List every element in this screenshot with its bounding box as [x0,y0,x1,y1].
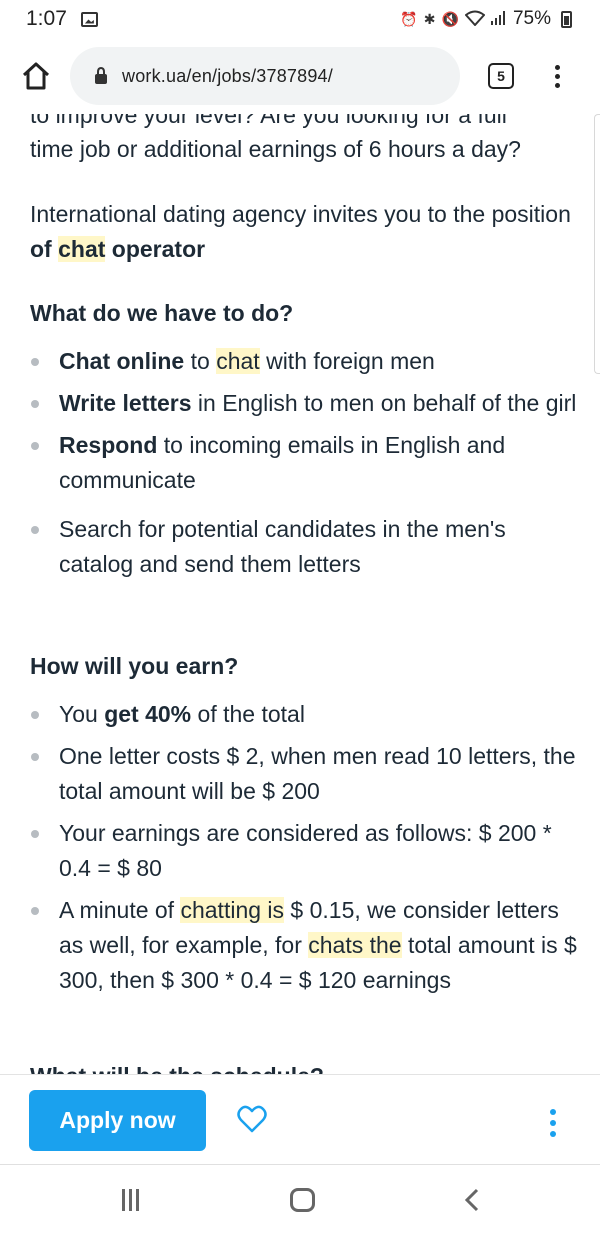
signal-icon [490,10,507,28]
address-bar[interactable]: work.ua/en/jobs/3787894/ [70,47,460,105]
position-chat-highlight: chat [58,236,106,262]
list-item-bold: Chat online [59,348,185,374]
battery-text: 75% [512,8,551,29]
list-item-highlight: chats the [308,932,402,958]
list-item-text: One letter costs $ 2, when men read 10 l… [59,743,576,804]
recent-apps-icon[interactable] [122,1189,146,1211]
dot-icon [554,73,560,79]
list-item-text: A minute of [59,897,181,923]
dot-icon [554,82,560,88]
mute-icon: 🔇 [441,10,459,27]
lock-icon [95,67,107,84]
dot-icon [550,1109,556,1115]
list-item-bold: Respond [59,432,158,458]
list-item: Respond to incoming emails in English an… [30,428,578,498]
duties-list: Chat online to chat with foreign men Wri… [30,344,578,589]
scroll-indicator[interactable] [594,114,600,374]
url-text: work.ua/en/jobs/3787894/ [122,65,333,86]
wifi-icon [464,10,486,29]
apply-now-button[interactable]: Apply now [29,1090,206,1151]
earnings-list: You get 40% of the total One letter cost… [30,697,578,1005]
list-item: You get 40% of the total [30,697,578,732]
image-icon [80,11,98,27]
list-item-text: to [184,348,217,374]
list-item-bold: Write letters [59,390,192,416]
browser-toolbar: work.ua/en/jobs/3787894/ 5 [0,38,600,114]
tab-switcher-button[interactable]: 5 [488,63,514,89]
list-item: Your earnings are considered as follows:… [30,816,578,886]
more-options-button[interactable] [550,1109,556,1137]
list-item: Chat online to chat with foreign men [30,344,578,379]
list-item-highlight: chat [216,348,260,374]
position-of: of [30,236,59,262]
battery-icon [561,10,572,28]
position-text: International dating agency invites you … [30,201,571,227]
action-bar: Apply now [0,1074,600,1164]
list-item-text: in English to men on behalf of the girl [191,390,577,416]
list-item: Write letters in English to men on behal… [30,386,578,421]
list-item-text: with foreign men [259,348,435,374]
browser-menu-button[interactable] [552,64,562,88]
bluetooth-icon: ✱ [423,10,436,27]
intro-paragraph: time job or additional earnings of 6 hou… [30,136,521,162]
list-item-text: Search for potential candidates in the m… [59,516,506,577]
section-heading-earnings: How will you earn? [30,653,239,679]
job-description: to improve your level? Are you looking f… [30,114,578,1074]
list-item: Search for potential candidates in the m… [30,512,578,582]
status-bar: 1:07 ⏰ ✱ 🔇 75% [0,0,600,38]
list-item-bold: get 40% [104,701,192,727]
system-nav-bar [0,1164,600,1233]
dot-icon [550,1120,556,1126]
home-button[interactable] [16,56,56,96]
dot-icon [554,64,560,70]
status-time: 1:07 [26,7,67,30]
position-paragraph: International dating agency invites you … [30,197,578,267]
dot-icon [550,1131,556,1137]
list-item: A minute of chatting is $ 0.15, we consi… [30,893,578,998]
home-icon [22,62,50,90]
home-nav-icon[interactable] [290,1188,315,1212]
status-icons: ⏰ ✱ 🔇 75% [400,8,572,30]
list-item: One letter costs $ 2, when men read 10 l… [30,739,578,809]
heart-icon[interactable] [237,1105,267,1133]
list-item-text: Your earnings are considered as follows:… [59,820,552,881]
list-item-text: of the total [191,701,305,727]
section-heading-duties: What do we have to do? [30,300,294,326]
section-heading-schedule: What will be the schedule? [30,1059,324,1074]
back-icon[interactable] [462,1188,482,1212]
alarm-icon: ⏰ [400,10,418,27]
list-item-text: You [59,701,105,727]
cut-off-line: to improve your level? Are you looking f… [30,114,507,128]
list-item-highlight: chatting is [180,897,285,923]
position-operator: operator [105,236,206,262]
